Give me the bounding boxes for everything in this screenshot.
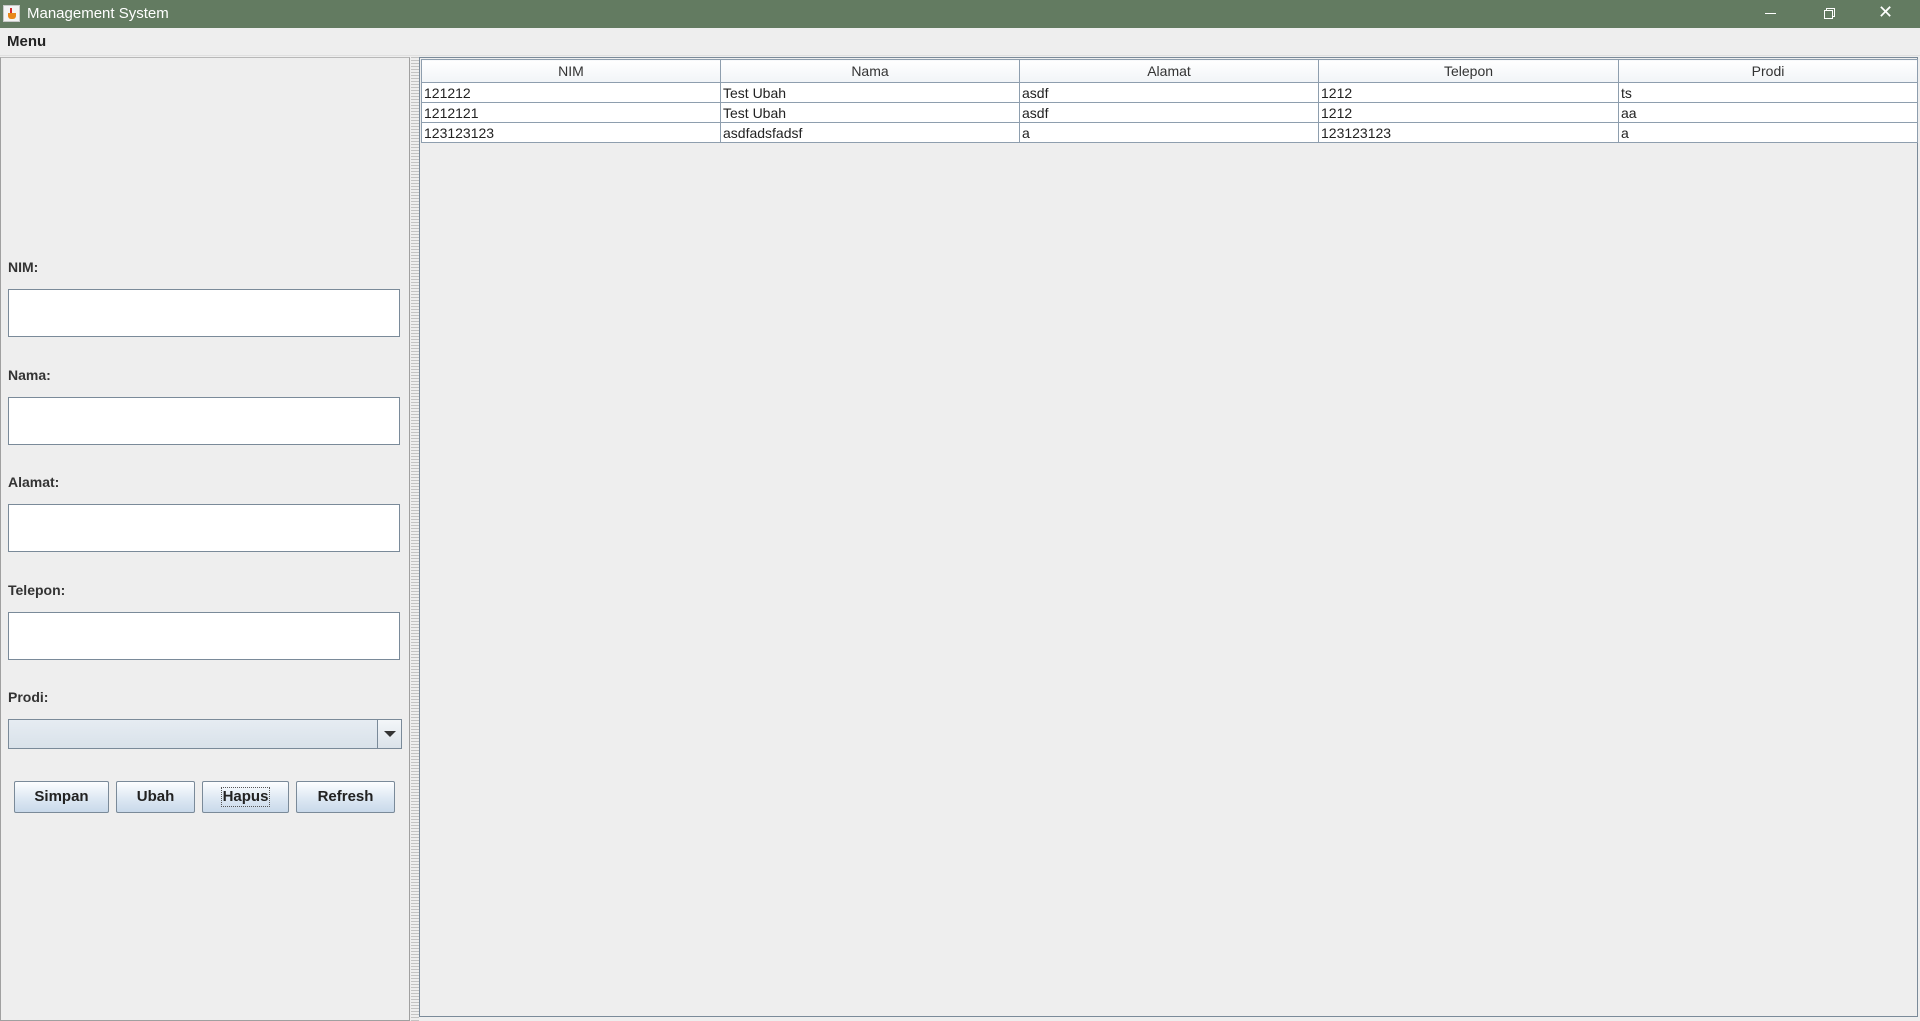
telepon-field[interactable]	[8, 612, 400, 660]
java-cup-icon	[3, 5, 20, 22]
alamat-label: Alamat:	[8, 474, 60, 490]
menu-bar: Menu	[0, 28, 1920, 56]
nama-label: Nama:	[8, 367, 51, 383]
table-cell[interactable]: ts	[1618, 82, 1918, 103]
table-cell[interactable]: a	[1019, 122, 1319, 143]
table-cell[interactable]: asdf	[1019, 82, 1319, 103]
column-header-nama[interactable]: Nama	[720, 59, 1020, 83]
column-header-nim[interactable]: NIM	[421, 59, 721, 83]
alamat-field[interactable]	[8, 504, 400, 552]
nim-label: NIM:	[8, 259, 39, 275]
column-header-alamat[interactable]: Alamat	[1019, 59, 1319, 83]
column-header-prodi[interactable]: Prodi	[1618, 59, 1918, 83]
hapus-button-label: Hapus	[220, 787, 271, 807]
column-header-telepon[interactable]: Telepon	[1318, 59, 1619, 83]
table-cell[interactable]: Test Ubah	[720, 102, 1020, 123]
ubah-button[interactable]: Ubah	[116, 781, 195, 813]
table-cell[interactable]: asdf	[1019, 102, 1319, 123]
table-header-row: NIM Nama Alamat Telepon Prodi	[421, 59, 1918, 83]
minimize-button[interactable]	[1742, 0, 1800, 28]
restore-button[interactable]	[1800, 0, 1858, 28]
table-cell[interactable]: 1212	[1318, 82, 1619, 103]
telepon-label: Telepon:	[8, 582, 66, 598]
refresh-button[interactable]: Refresh	[296, 781, 395, 813]
menu-item-menu[interactable]: Menu	[7, 33, 46, 50]
form-panel: NIM: Nama: Alamat: Telepon: Prodi: Simpa…	[0, 57, 410, 1021]
split-pane-divider[interactable]	[411, 57, 419, 1021]
table-cell[interactable]: asdfadsfadsf	[720, 122, 1020, 143]
table-cell[interactable]: 123123123	[421, 122, 721, 143]
table-cell[interactable]: 1212121	[421, 102, 721, 123]
table-cell[interactable]: 121212	[421, 82, 721, 103]
hapus-button[interactable]: Hapus	[202, 781, 289, 813]
simpan-button[interactable]: Simpan	[14, 781, 109, 813]
minimize-icon	[1765, 13, 1776, 14]
table-row[interactable]: 1212121 Test Ubah asdf 1212 aa	[421, 102, 1918, 123]
table-row[interactable]: 123123123 asdfadsfadsf a 123123123 a	[421, 122, 1918, 143]
table-scroll-pane[interactable]: NIM Nama Alamat Telepon Prodi 121212 Tes…	[419, 57, 1918, 1017]
chevron-down-icon	[384, 731, 396, 737]
combo-arrow-button[interactable]	[377, 720, 401, 748]
table-cell[interactable]: 123123123	[1318, 122, 1619, 143]
table-cell[interactable]: 1212	[1318, 102, 1619, 123]
nama-field[interactable]	[8, 397, 400, 445]
student-table: NIM Nama Alamat Telepon Prodi 121212 Tes…	[421, 59, 1918, 143]
close-button[interactable]: ✕	[1858, 0, 1916, 28]
table-cell[interactable]: Test Ubah	[720, 82, 1020, 103]
title-bar[interactable]: Management System ✕	[0, 0, 1920, 28]
close-icon: ✕	[1878, 2, 1894, 23]
prodi-select[interactable]	[8, 719, 402, 749]
table-cell[interactable]: aa	[1618, 102, 1918, 123]
table-cell[interactable]: a	[1618, 122, 1918, 143]
nim-field[interactable]	[8, 289, 400, 337]
main-window: Management System ✕ Menu NIM: Nama: Alam…	[0, 0, 1920, 1021]
window-title: Management System	[27, 5, 169, 22]
table-row[interactable]: 121212 Test Ubah asdf 1212 ts	[421, 82, 1918, 103]
prodi-label: Prodi:	[8, 689, 49, 705]
